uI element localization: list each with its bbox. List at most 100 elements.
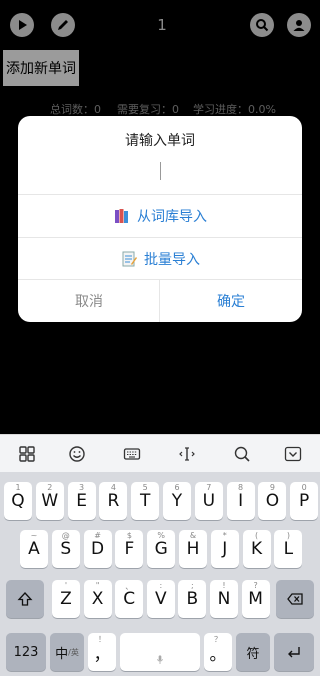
key-g[interactable]: % G — [147, 530, 176, 568]
key-sub-label: ; — [191, 581, 194, 590]
import-library-label: 从词库导入 — [137, 209, 207, 225]
key-l[interactable]: ) L — [274, 530, 303, 568]
key-sub-label: 2 — [47, 483, 53, 492]
key-d[interactable]: # D — [83, 530, 112, 568]
number-mode-key[interactable]: 123 — [6, 633, 46, 671]
backspace-key[interactable] — [276, 580, 314, 618]
key-label: B — [186, 589, 199, 609]
key-sub-label: $ — [126, 531, 132, 540]
enter-key[interactable] — [274, 633, 314, 671]
period-key-sub: ？ — [214, 635, 222, 644]
key-f[interactable]: $ F — [115, 530, 144, 568]
key-t[interactable]: 5T — [131, 482, 160, 520]
hide-keyboard-button[interactable] — [282, 443, 304, 465]
key-label: C — [123, 589, 136, 609]
key-k[interactable]: (K — [242, 530, 271, 568]
key-j[interactable]: * J — [210, 530, 239, 568]
key-r[interactable]: 4R — [99, 482, 128, 520]
cancel-button[interactable]: 取消 — [18, 280, 160, 322]
key-h[interactable]: & H — [179, 530, 207, 568]
key-sub-label: ' — [64, 581, 68, 590]
language-key-sub: /英 — [68, 647, 79, 657]
language-switch-key[interactable]: 中/英 — [50, 633, 84, 671]
key-sub-label: 3 — [79, 483, 85, 492]
key-c[interactable]: 、 C — [115, 580, 144, 618]
books-icon — [115, 209, 128, 223]
key-e[interactable]: 3E — [67, 482, 96, 520]
keyboard-search-button[interactable] — [231, 443, 253, 465]
key-q[interactable]: 1Q — [4, 482, 32, 520]
edit-button[interactable] — [51, 13, 75, 37]
key-label: Y — [171, 491, 183, 511]
key-label: Q — [11, 491, 25, 511]
keyboard: 1Q2W3E4R5T6Y7U8I9O0P ~ A @ S # D $ F% G & H * J(K) L … — [0, 472, 320, 676]
key-label: W — [41, 491, 59, 511]
key-u[interactable]: 7U — [194, 482, 223, 520]
grid-icon — [19, 446, 35, 462]
symbol-key[interactable]: 符 — [236, 633, 270, 671]
key-label: Z — [60, 589, 72, 609]
add-word-button[interactable]: 添加新单词 — [3, 50, 79, 86]
key-sub-label: 9 — [269, 483, 275, 492]
key-label: R — [107, 491, 120, 511]
search-button[interactable] — [250, 13, 274, 37]
confirm-button[interactable]: 确定 — [160, 280, 302, 322]
emoji-button[interactable] — [66, 443, 88, 465]
dialog-actions: 取消 确定 — [18, 280, 302, 322]
keyboard-switch-button[interactable] — [121, 443, 143, 465]
shift-key[interactable] — [6, 580, 44, 618]
key-label: X — [91, 589, 104, 609]
key-sub-label: 0 — [301, 483, 307, 492]
batch-import-button[interactable]: 批量导入 — [18, 238, 302, 280]
key-sub-label: 8 — [238, 483, 244, 492]
account-button[interactable] — [287, 13, 311, 37]
play-button[interactable] — [10, 13, 34, 37]
stats-bar: 总词数：0 需要复习：0 学习进度：0.0% — [0, 101, 320, 117]
key-sub-label: ~ — [30, 531, 38, 540]
key-label: S — [60, 539, 72, 559]
key-z[interactable]: ' Z — [52, 580, 80, 618]
search-icon — [234, 446, 250, 462]
key-y[interactable]: 6Y — [163, 482, 191, 520]
key-sub-label: * — [222, 531, 227, 540]
search-icon — [256, 19, 269, 32]
key-o[interactable]: 9O — [258, 482, 287, 520]
word-input[interactable] — [18, 150, 302, 192]
smiley-icon — [69, 446, 85, 462]
key-a[interactable]: ~ A — [20, 530, 48, 568]
batch-import-label: 批量导入 — [144, 252, 200, 268]
key-label: D — [91, 539, 105, 559]
key-label: U — [202, 491, 216, 511]
key-n[interactable]: ! N — [210, 580, 238, 618]
grid-menu-button[interactable] — [16, 443, 38, 465]
key-b[interactable]: ; B — [178, 580, 207, 618]
key-sub-label: 5 — [142, 483, 148, 492]
key-s[interactable]: @ S — [51, 530, 80, 568]
key-sub-label: " — [95, 581, 100, 590]
key-i[interactable]: 8I — [226, 482, 255, 520]
dialog-title: 请输入单词 — [125, 133, 195, 149]
space-key[interactable] — [120, 633, 200, 671]
key-x[interactable]: " X — [83, 580, 112, 618]
key-m[interactable]: ? M — [241, 580, 270, 618]
comma-key[interactable]: ！， — [88, 633, 116, 671]
cursor-move-button[interactable] — [176, 443, 198, 465]
key-label: O — [265, 491, 280, 511]
comma-key-sub: ！ — [98, 635, 106, 644]
progress-stat: 学习进度：0.0% — [193, 103, 276, 116]
total-words-stat: 总词数：0 — [50, 103, 101, 116]
import-from-library-button[interactable]: 从词库导入 — [18, 195, 302, 237]
key-sub-label: 6 — [174, 483, 180, 492]
key-sub-label: 4 — [110, 483, 116, 492]
key-p[interactable]: 0P — [290, 482, 319, 520]
language-key-label: 中 — [55, 646, 69, 662]
key-label: L — [283, 539, 294, 559]
key-v[interactable]: :V — [146, 580, 175, 618]
key-label: A — [28, 539, 40, 559]
period-key[interactable]: ？。 — [204, 633, 232, 671]
key-sub-label: 、 — [125, 582, 134, 591]
key-w[interactable]: 2W — [35, 482, 64, 520]
key-sub-label: 1 — [15, 483, 21, 492]
key-sub-label: ? — [253, 581, 258, 590]
key-label: G — [154, 539, 168, 559]
